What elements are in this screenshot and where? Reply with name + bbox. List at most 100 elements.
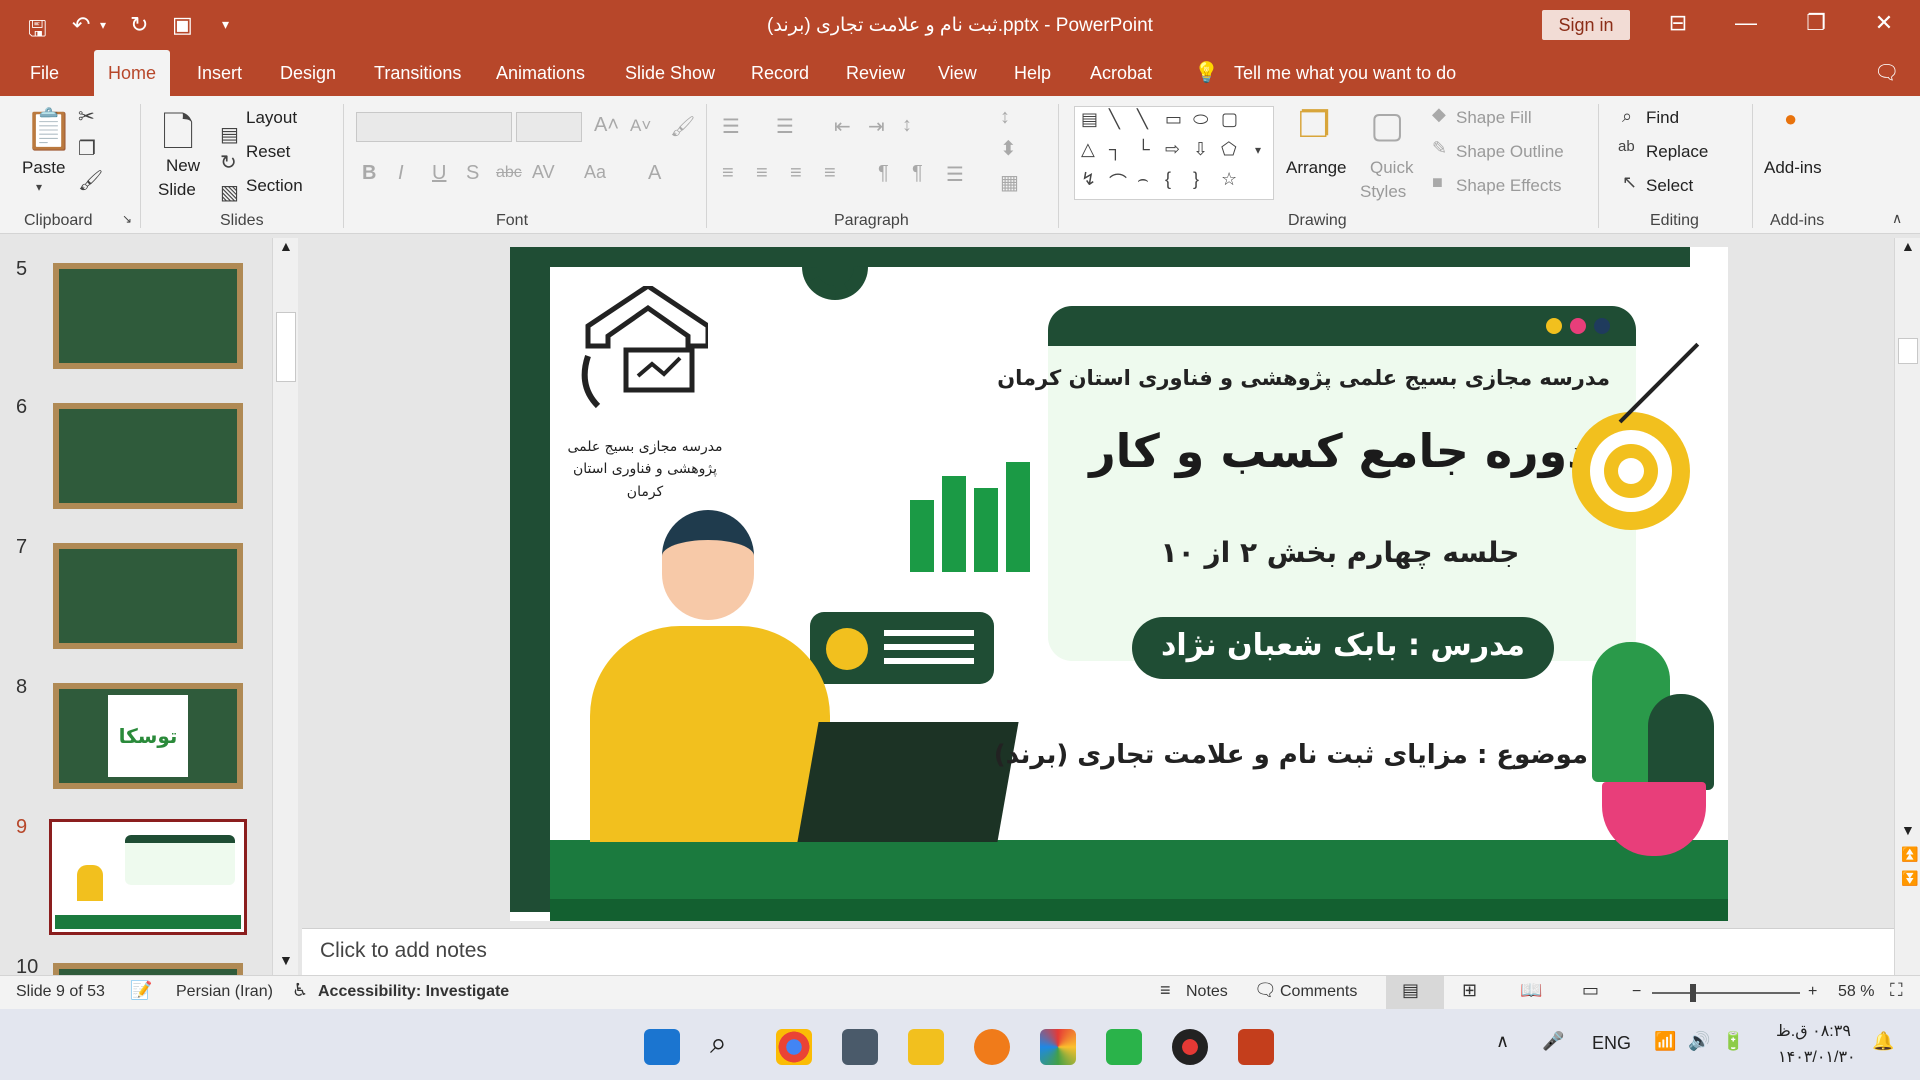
section-button[interactable]: Section bbox=[246, 176, 303, 196]
shadow-button[interactable]: S bbox=[466, 162, 479, 185]
zoom-slider[interactable] bbox=[1652, 992, 1800, 994]
slide-thumbnail-7[interactable] bbox=[53, 543, 243, 649]
show-hidden-icons[interactable]: ∧ bbox=[1496, 1031, 1509, 1052]
increase-indent-icon[interactable]: ⇥ bbox=[868, 114, 885, 139]
previous-slide-icon[interactable]: ⏫ bbox=[1901, 846, 1918, 863]
normal-view-icon[interactable]: ▤ bbox=[1402, 980, 1419, 1001]
rectangle-shape-icon[interactable]: ▭ bbox=[1165, 109, 1182, 130]
zoom-out-icon[interactable]: − bbox=[1632, 983, 1641, 1001]
tab-home[interactable]: Home bbox=[94, 50, 171, 96]
search-icon[interactable]: ⌕ bbox=[710, 1027, 727, 1061]
recorder-icon[interactable] bbox=[1172, 1029, 1208, 1065]
file-explorer-icon[interactable] bbox=[908, 1029, 944, 1065]
textbox-shape-icon[interactable]: ▤ bbox=[1081, 109, 1098, 130]
slide-scrollbar[interactable]: ▲ ▼ ⏫ ⏬ bbox=[1894, 238, 1920, 975]
powerpoint-icon[interactable] bbox=[1238, 1029, 1274, 1065]
tab-record[interactable]: Record bbox=[751, 50, 809, 96]
star-shape-icon[interactable]: ☆ bbox=[1221, 169, 1237, 190]
slide-thumbnail-8[interactable]: توسکا bbox=[53, 683, 243, 789]
strikethrough-button[interactable]: abc bbox=[496, 164, 522, 182]
scroll-up-icon[interactable]: ▲ bbox=[279, 238, 293, 254]
decrease-indent-icon[interactable]: ⇤ bbox=[834, 114, 851, 139]
replace-button[interactable]: Replace bbox=[1646, 142, 1708, 162]
align-center-icon[interactable]: ≡ bbox=[756, 162, 768, 185]
desktop-icon[interactable] bbox=[842, 1029, 878, 1065]
elbow-shape-icon[interactable]: ┐ bbox=[1109, 139, 1122, 160]
rtl-icon[interactable]: ¶ bbox=[912, 162, 923, 185]
maximize-icon[interactable]: ❐ bbox=[1796, 10, 1836, 36]
right-arrow-shape-icon[interactable]: ⇨ bbox=[1165, 139, 1180, 160]
slide-sorter-icon[interactable]: ⊞ bbox=[1462, 980, 1477, 1001]
thumbnail-scrollbar[interactable]: ▲ ▼ bbox=[272, 238, 298, 975]
shape-outline-button[interactable]: Shape Outline bbox=[1456, 142, 1564, 162]
shape-fill-button[interactable]: Shape Fill bbox=[1456, 108, 1532, 128]
scroll-down-icon[interactable]: ▼ bbox=[279, 952, 293, 968]
bullets-icon[interactable]: ☰ bbox=[722, 114, 740, 139]
color-app-icon[interactable] bbox=[1040, 1029, 1076, 1065]
format-painter-icon[interactable]: 🖌 bbox=[78, 168, 103, 193]
select-button[interactable]: Select bbox=[1646, 176, 1693, 196]
addins-icon[interactable]: ● bbox=[1784, 106, 1797, 132]
line2-shape-icon[interactable]: ╲ bbox=[1137, 109, 1148, 130]
oval-shape-icon[interactable]: ⬭ bbox=[1193, 109, 1208, 130]
find-button[interactable]: Find bbox=[1646, 108, 1679, 128]
close-icon[interactable]: ✕ bbox=[1864, 10, 1904, 36]
line-spacing-icon[interactable]: ↕ bbox=[902, 114, 912, 137]
clear-format-icon[interactable]: 🖌 bbox=[670, 114, 695, 139]
thumbnail-scroll-thumb[interactable] bbox=[276, 312, 296, 382]
zoom-level[interactable]: 58 % bbox=[1838, 983, 1874, 1001]
start-icon[interactable] bbox=[644, 1029, 680, 1065]
comments-button[interactable]: Comments bbox=[1280, 983, 1357, 1001]
quick-styles-label-2[interactable]: Styles bbox=[1360, 182, 1406, 202]
microphone-icon[interactable]: 🎤 bbox=[1542, 1031, 1564, 1052]
comments-icon[interactable]: 🗨 bbox=[1874, 50, 1899, 96]
notification-icon[interactable]: 🔔 bbox=[1872, 1031, 1894, 1052]
tell-me-search[interactable]: Tell me what you want to do bbox=[1234, 50, 1456, 96]
arc-shape-icon[interactable]: ⌢ bbox=[1137, 169, 1149, 190]
notes-button[interactable]: Notes bbox=[1186, 983, 1228, 1001]
text-direction-icon[interactable]: ↕ bbox=[1000, 106, 1010, 129]
spelling-icon[interactable]: 📝 bbox=[130, 980, 152, 1001]
ltr-icon[interactable]: ¶ bbox=[878, 162, 889, 185]
align-right-icon[interactable]: ≡ bbox=[790, 162, 802, 185]
columns-icon[interactable]: ☰ bbox=[946, 162, 964, 187]
zoom-slider-thumb[interactable] bbox=[1690, 984, 1696, 1002]
tab-acrobat[interactable]: Acrobat bbox=[1090, 50, 1152, 96]
justify-icon[interactable]: ≡ bbox=[824, 162, 836, 185]
italic-button[interactable]: I bbox=[398, 162, 404, 185]
collapse-ribbon-icon[interactable]: ∧ bbox=[1892, 210, 1902, 227]
shapes-gallery[interactable]: ▤ ╲ ╲ ▭ ⬭ ▢ △ ┐ └ ⇨ ⇩ ⬠ ↯ ⌒ ⌢ { } ☆ ▾ bbox=[1074, 106, 1274, 200]
font-color-button[interactable]: A bbox=[648, 162, 661, 185]
slide-thumbnail-10[interactable] bbox=[53, 963, 243, 975]
rounded-rect-shape-icon[interactable]: ▢ bbox=[1221, 109, 1238, 130]
green-app-icon[interactable] bbox=[1106, 1029, 1142, 1065]
bold-button[interactable]: B bbox=[362, 162, 376, 185]
copy-icon[interactable]: ❐ bbox=[78, 136, 96, 161]
grow-font-icon[interactable]: A˄ bbox=[594, 114, 619, 137]
right-brace-shape-icon[interactable]: } bbox=[1193, 169, 1199, 190]
accessibility-status[interactable]: Accessibility: Investigate bbox=[318, 983, 509, 1001]
addins-button[interactable]: Add-ins bbox=[1764, 158, 1822, 178]
tab-slide-show[interactable]: Slide Show bbox=[625, 50, 715, 96]
paste-icon[interactable]: 📋 bbox=[24, 106, 74, 153]
shrink-font-icon[interactable]: A˅ bbox=[630, 116, 651, 136]
scroll-down-icon[interactable]: ▼ bbox=[1901, 822, 1915, 838]
notes-pane[interactable]: Click to add notes bbox=[302, 928, 1894, 975]
zoom-in-icon[interactable]: + bbox=[1808, 983, 1817, 1001]
fit-slide-icon[interactable]: ⛶ bbox=[1890, 980, 1903, 1001]
reset-button[interactable]: Reset bbox=[246, 142, 290, 162]
quick-styles-label-1[interactable]: Quick bbox=[1370, 158, 1413, 178]
tab-review[interactable]: Review bbox=[846, 50, 905, 96]
clipboard-launcher-icon[interactable]: ↘ bbox=[122, 212, 132, 226]
language-status[interactable]: Persian (Iran) bbox=[176, 983, 273, 1001]
quick-styles-icon[interactable]: ▢ bbox=[1370, 104, 1404, 146]
line-shape-icon[interactable]: ╲ bbox=[1109, 109, 1120, 130]
clock-date[interactable]: ۱۴۰۳/۰۱/۳۰ bbox=[1778, 1047, 1856, 1067]
align-text-icon[interactable]: ⬍ bbox=[1000, 136, 1017, 161]
cut-icon[interactable]: ✂ bbox=[78, 104, 95, 129]
ribbon-display-icon[interactable]: ⊟ bbox=[1658, 10, 1698, 36]
tab-insert[interactable]: Insert bbox=[197, 50, 242, 96]
scroll-up-icon[interactable]: ▲ bbox=[1901, 238, 1915, 254]
next-slide-icon[interactable]: ⏬ bbox=[1901, 870, 1918, 887]
spacing-button[interactable]: AV bbox=[532, 162, 555, 183]
